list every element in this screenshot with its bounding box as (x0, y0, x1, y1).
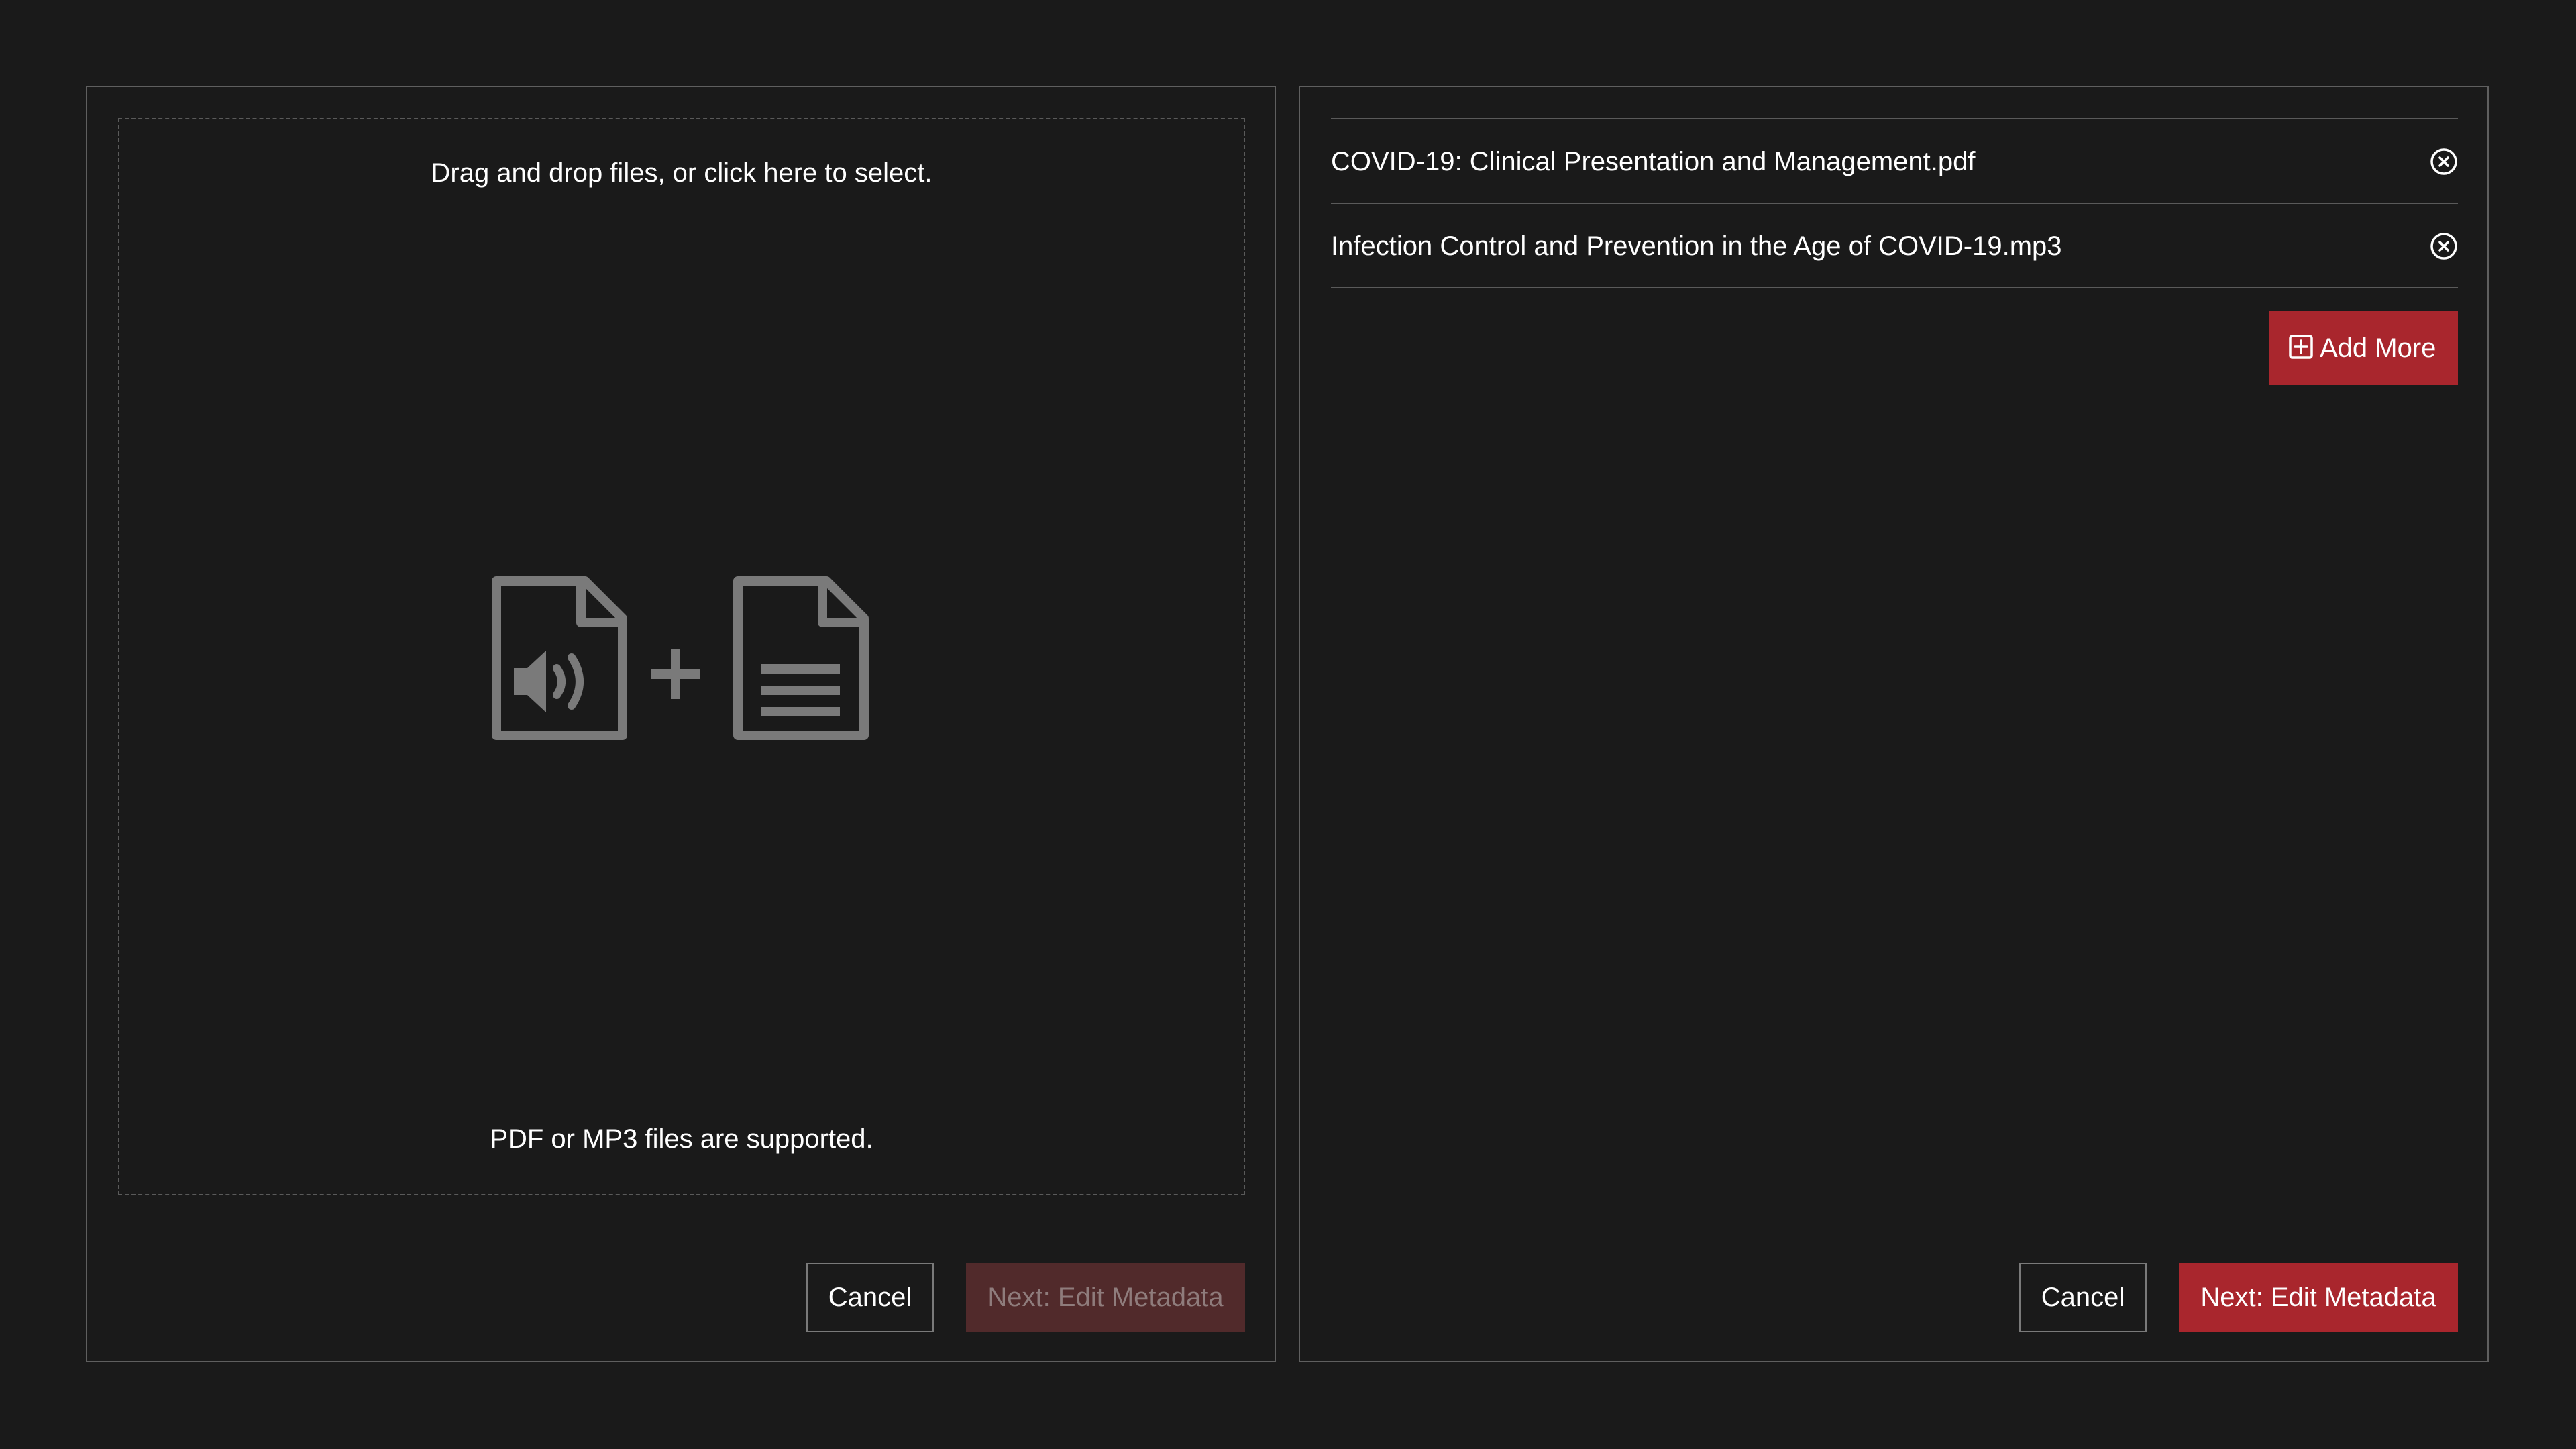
selected-files-panel: COVID-19: Clinical Presentation and Mana… (1299, 86, 2489, 1362)
cancel-button[interactable]: Cancel (806, 1263, 934, 1332)
file-list: COVID-19: Clinical Presentation and Mana… (1331, 118, 2458, 288)
add-more-label: Add More (2320, 333, 2436, 363)
dropzone-illustration (490, 574, 876, 742)
next-edit-metadata-button[interactable]: Next: Edit Metadata (966, 1263, 1245, 1332)
close-circle-icon[interactable] (2430, 148, 2458, 176)
plus-icon (651, 649, 700, 699)
file-list-item: Infection Control and Prevention in the … (1331, 204, 2458, 288)
file-name: COVID-19: Clinical Presentation and Mana… (1331, 147, 1976, 176)
close-circle-icon[interactable] (2430, 232, 2458, 260)
next-edit-metadata-button[interactable]: Next: Edit Metadata (2179, 1263, 2458, 1332)
upload-panel: Drag and drop files, or click here to se… (86, 86, 1276, 1362)
audio-file-icon (492, 576, 627, 740)
cancel-button[interactable]: Cancel (2019, 1263, 2147, 1332)
add-more-button[interactable]: Add More (2269, 311, 2458, 385)
dropzone-instruction: Drag and drop files, or click here to se… (431, 158, 932, 188)
file-dropzone[interactable]: Drag and drop files, or click here to se… (118, 118, 1245, 1195)
file-list-item: COVID-19: Clinical Presentation and Mana… (1331, 119, 2458, 204)
file-name: Infection Control and Prevention in the … (1331, 231, 2062, 261)
plus-square-icon (2289, 335, 2313, 359)
supported-formats-note: PDF or MP3 files are supported. (490, 1124, 873, 1154)
document-file-icon (733, 576, 869, 740)
